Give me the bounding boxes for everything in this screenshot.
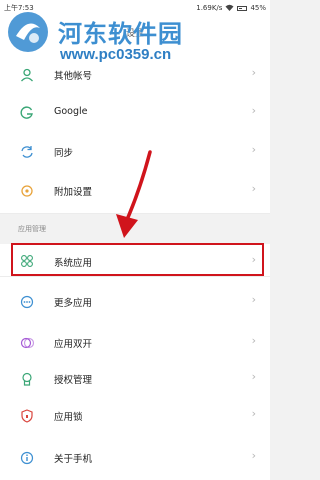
info-icon <box>18 449 36 467</box>
chevron-right-icon: › <box>251 370 256 383</box>
chevron-right-icon: › <box>251 334 256 347</box>
battery-percent: 45% <box>250 4 266 12</box>
chevron-right-icon: › <box>251 66 256 79</box>
network-speed: 1.69K/s <box>196 4 223 12</box>
row-label: 更多应用 <box>54 298 93 309</box>
more-apps-icon <box>18 293 36 311</box>
chevron-right-icon: › <box>251 449 256 462</box>
watermark-logo-icon <box>6 10 50 54</box>
row-label: 其他帐号 <box>54 71 93 82</box>
battery-icon <box>237 5 248 11</box>
app-lock-icon <box>18 407 36 425</box>
row-label: 同步 <box>54 148 74 159</box>
permission-icon <box>18 370 36 388</box>
chevron-right-icon: › <box>251 143 256 156</box>
dual-apps-icon <box>18 334 36 352</box>
watermark-url: www.pc0359.cn <box>60 46 172 63</box>
row-app-lock[interactable]: 应用锁 › <box>0 391 270 439</box>
wifi-icon <box>225 4 234 13</box>
chevron-right-icon: › <box>251 104 256 117</box>
section-label-app-management: 应用管理 <box>18 225 46 233</box>
row-label: 应用锁 <box>54 412 83 423</box>
highlight-box <box>11 243 264 276</box>
row-label: 授权管理 <box>54 375 93 386</box>
row-label: 附加设置 <box>54 187 93 198</box>
row-label: 关于手机 <box>54 454 93 465</box>
google-g-icon <box>18 104 36 122</box>
watermark-text: 河东软件园 <box>58 20 183 48</box>
row-label: 应用双开 <box>54 339 93 350</box>
row-about-phone[interactable]: 关于手机 › <box>0 436 270 480</box>
row-label: Google <box>54 106 88 117</box>
status-right: 1.69K/s 45% <box>196 4 266 13</box>
sync-icon <box>18 143 36 161</box>
person-icon <box>18 66 36 84</box>
annotation-arrow <box>116 150 152 238</box>
chevron-right-icon: › <box>251 407 256 420</box>
chevron-right-icon: › <box>251 182 256 195</box>
chevron-right-icon: › <box>251 293 256 306</box>
gear-icon <box>18 182 36 200</box>
